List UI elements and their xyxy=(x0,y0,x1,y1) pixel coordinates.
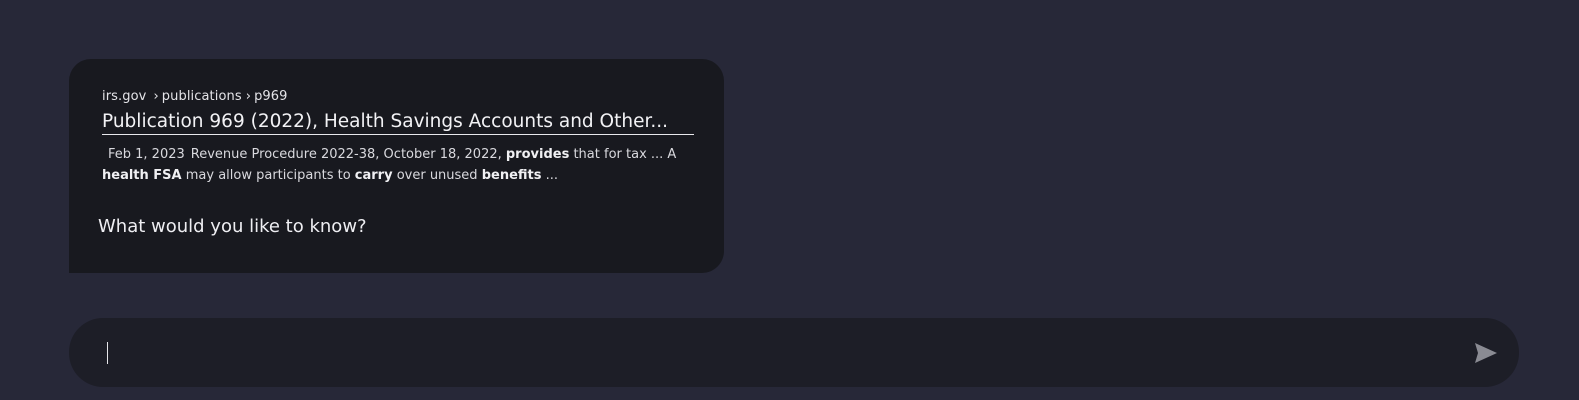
snippet-text: Revenue Procedure 2022-38, October 18, 2… xyxy=(190,147,506,162)
send-arrow-icon xyxy=(1475,343,1497,363)
breadcrumb: irs.gov › publications › p969 xyxy=(102,89,288,104)
send-button[interactable] xyxy=(1471,338,1501,368)
snippet-highlight: carry xyxy=(354,168,393,183)
chat-input[interactable] xyxy=(105,338,1469,370)
text-cursor xyxy=(107,342,108,364)
breadcrumb-path-publications: publications xyxy=(161,89,242,104)
snippet-text: over unused xyxy=(392,168,482,183)
snippet-highlight: benefits xyxy=(481,168,542,183)
chat-input-bar xyxy=(69,318,1519,387)
snippet-highlight: health FSA xyxy=(102,168,182,183)
snippet-highlight: provides xyxy=(505,147,570,162)
snippet-text: may allow participants to xyxy=(181,168,355,183)
breadcrumb-separator-icon: › xyxy=(153,89,159,104)
chat-page: irs.gov › publications › p969 Publication 96… xyxy=(0,0,1579,400)
result-date: Feb 1, 2023 xyxy=(108,147,185,162)
snippet-text: that for tax ... A xyxy=(569,147,677,162)
breadcrumb-domain: irs.gov xyxy=(102,89,147,104)
result-title-link[interactable]: Publication 969 (2022), Health Savings A… xyxy=(102,111,694,135)
assistant-prompt: What would you like to know? xyxy=(98,216,367,237)
snippet-text: ... xyxy=(541,168,559,183)
result-snippet: Feb 1, 2023 Revenue Procedure 2022-38, Oc… xyxy=(102,144,702,186)
breadcrumb-separator-icon: › xyxy=(245,89,252,104)
search-result-card: irs.gov › publications › p969 Publication 96… xyxy=(69,59,724,273)
breadcrumb-path-p969: p969 xyxy=(254,89,288,104)
